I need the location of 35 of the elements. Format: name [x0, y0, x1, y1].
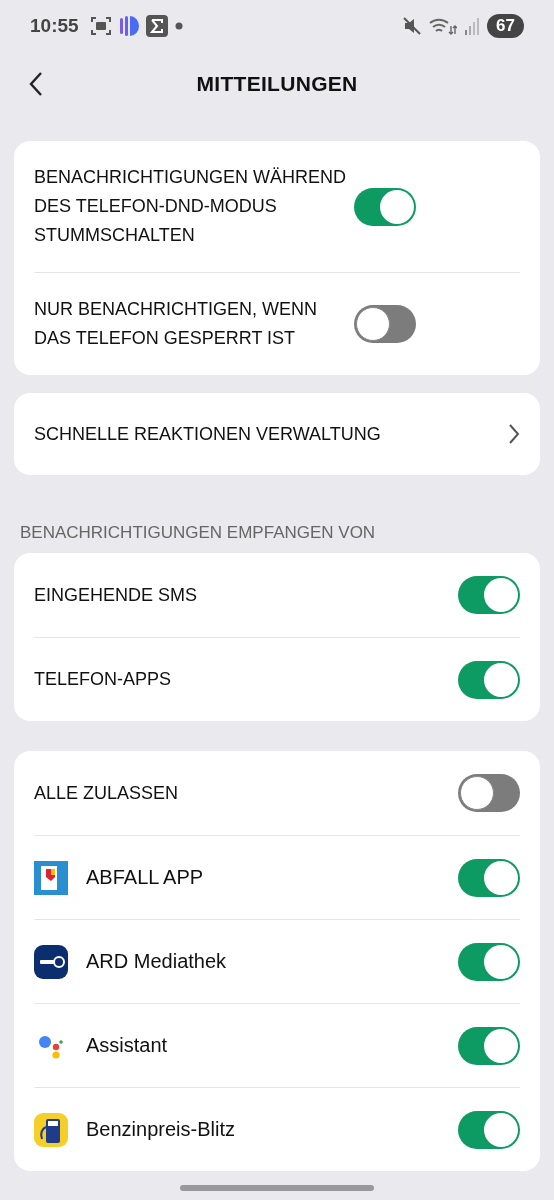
toggle-switch[interactable] [354, 187, 416, 226]
fuel-pump-icon [34, 1112, 68, 1147]
app-name: ARD Mediathek [86, 949, 228, 974]
app-name: Benzinpreis-Blitz [86, 1117, 236, 1142]
toggle-switch[interactable] [458, 660, 520, 699]
page-title: MITTEILUNGEN [196, 72, 358, 96]
battery-indicator: 67 [487, 14, 524, 38]
signal-icon [464, 16, 481, 36]
app-name: Assistant [86, 1033, 169, 1058]
dot-icon [174, 22, 183, 30]
app-icon [34, 944, 68, 979]
sigma-app-icon [145, 15, 168, 37]
screenshot-icon [89, 16, 112, 36]
toggle-switch[interactable] [458, 576, 520, 614]
toggle-switch[interactable] [458, 1026, 520, 1065]
mute-icon [402, 16, 423, 36]
back-icon[interactable] [28, 70, 44, 98]
quick-reactions-item[interactable]: SCHNELLE REAKTIONEN VERWALTUNG [34, 393, 520, 475]
toggle-switch[interactable] [458, 858, 520, 897]
setting-label: BENACHRICHTIGUNGEN WÄHREND DES TELEFON-DND-MODUS STUMMSCHALTEN [34, 166, 347, 247]
setting-label: EINGEHENDE SMS [34, 583, 199, 607]
toggle-switch[interactable] [458, 774, 520, 812]
toggle-switch[interactable] [354, 305, 416, 343]
setting-label: TELEFON-APPS [34, 668, 173, 691]
status-time: 10:55 [30, 15, 79, 37]
waves-icon [118, 15, 139, 37]
section-label: BENACHRICHTIGUNGEN EMPFANGEN VON [20, 523, 377, 543]
setting-label: ALLE ZULASSEN [34, 781, 180, 805]
toggle-switch[interactable] [458, 942, 520, 981]
chevron-right-icon [508, 423, 520, 445]
toggle-switch[interactable] [458, 1110, 520, 1149]
setting-label: NUR BENACHRICHTIGEN, WENN DAS TELEFON GESPERRT IST [34, 298, 318, 350]
app-name: ABFALL APP [86, 865, 205, 890]
app-icon [34, 860, 68, 895]
wifi-icon [429, 16, 458, 36]
